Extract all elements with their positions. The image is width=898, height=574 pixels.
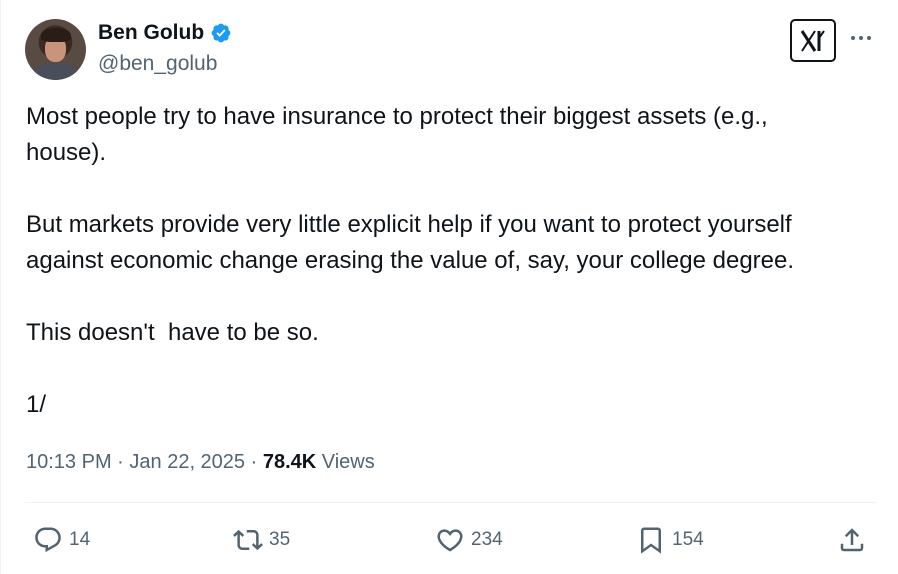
like-button[interactable]: 234 (435, 520, 503, 560)
more-options-icon[interactable] (848, 28, 874, 48)
tweet-text: Most people try to have insurance to pro… (26, 99, 886, 423)
tweet-card: Ben Golub @ben_golub Most people try to … (0, 0, 898, 574)
reply-count: 14 (69, 529, 91, 550)
tweet-date[interactable]: Jan 22, 2025 (129, 451, 245, 473)
author-display-name[interactable]: Ben Golub (98, 21, 204, 45)
reply-icon (35, 527, 61, 553)
verified-badge-icon (211, 23, 231, 43)
bookmark-count: 154 (672, 529, 704, 550)
action-bar: 14 35 234 154 (1, 520, 898, 560)
meta-separator: · (245, 451, 263, 473)
tweet-metadata: 10:13 PM · Jan 22, 2025 · 78.4K Views (26, 451, 375, 474)
divider (25, 502, 877, 503)
share-icon (840, 528, 864, 552)
author-handle[interactable]: @ben_golub (98, 52, 217, 76)
author-name-row: Ben Golub (98, 21, 232, 45)
views-count: 78.4K (262, 451, 317, 473)
like-icon (437, 529, 463, 552)
tweet-paragraph: But markets provide very little explicit… (26, 211, 795, 274)
like-count: 234 (471, 529, 503, 550)
bookmark-button[interactable]: 154 (636, 520, 704, 560)
meta-separator: · (111, 451, 130, 473)
views-label: Views (316, 451, 375, 473)
retweet-button[interactable]: 35 (233, 520, 290, 560)
tweet-paragraph: Most people try to have insurance to pro… (26, 103, 768, 166)
bookmark-icon (641, 527, 661, 554)
avatar[interactable] (25, 19, 86, 80)
reply-button[interactable]: 14 (33, 520, 90, 560)
retweet-icon (233, 529, 263, 551)
x-logo-icon[interactable] (790, 19, 836, 62)
tweet-paragraph: This doesn't have to be so. (26, 319, 319, 346)
share-button[interactable] (837, 520, 867, 560)
tweet-paragraph: 1/ (26, 391, 47, 418)
retweet-count: 35 (269, 529, 291, 550)
tweet-time[interactable]: 10:13 PM (26, 451, 112, 473)
